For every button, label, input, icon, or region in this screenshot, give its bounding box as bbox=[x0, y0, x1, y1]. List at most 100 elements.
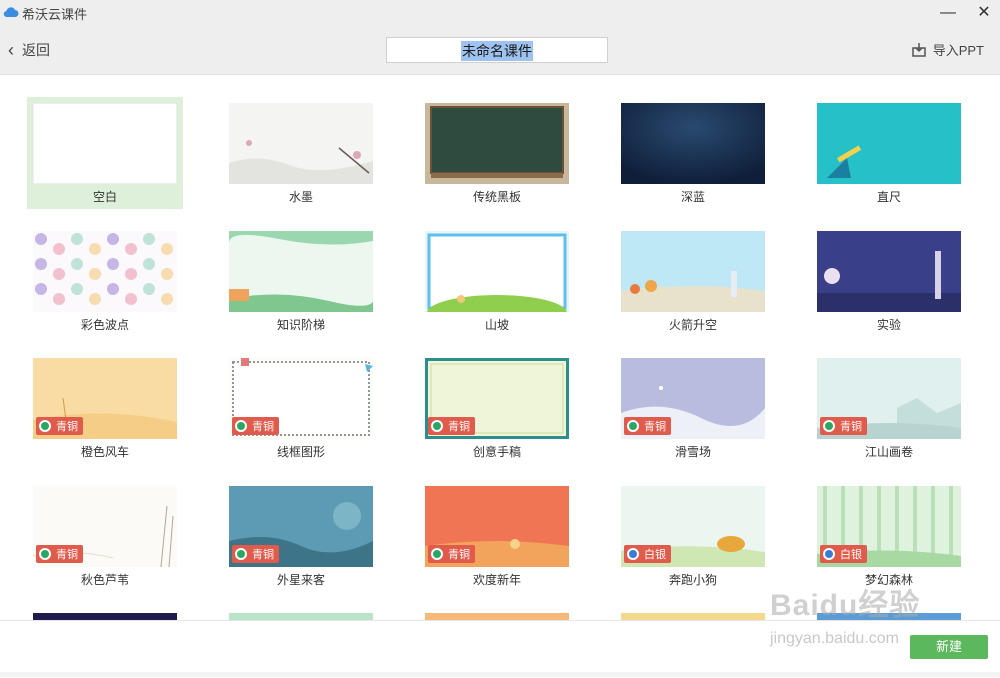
template-card-reed[interactable]: 青铜 秋色芦苇 bbox=[27, 480, 183, 592]
template-label: 传统黑板 bbox=[472, 190, 521, 204]
template-card-partial[interactable] bbox=[621, 613, 765, 620]
tier-badge: 青铜 bbox=[232, 545, 279, 563]
template-thumbnail: 青铜 bbox=[621, 358, 765, 439]
medal-icon bbox=[235, 548, 247, 560]
template-label: 深蓝 bbox=[680, 190, 705, 204]
tier-badge-label: 青铜 bbox=[252, 421, 274, 433]
template-card-forest[interactable]: 白银 梦幻森林 bbox=[811, 480, 967, 592]
template-card-partial[interactable] bbox=[229, 613, 373, 620]
status-strip bbox=[0, 672, 1000, 677]
chevron-left-icon: ‹ bbox=[8, 40, 14, 60]
template-label: 线框图形 bbox=[276, 445, 325, 459]
template-card-partial[interactable] bbox=[33, 613, 177, 620]
watermark-url: jingyan.baidu.com bbox=[770, 630, 899, 647]
template-card-hill[interactable]: 山坡 bbox=[419, 225, 575, 337]
watermark-logo: Baidu经验 bbox=[770, 589, 921, 622]
tier-badge: 青铜 bbox=[232, 417, 279, 435]
tier-badge-label: 青铜 bbox=[252, 549, 274, 561]
template-label: 橙色风车 bbox=[80, 445, 129, 459]
tier-badge: 青铜 bbox=[624, 417, 671, 435]
thumbnail-art bbox=[817, 103, 961, 184]
template-label: 山坡 bbox=[484, 318, 509, 332]
template-thumbnail: 青铜 bbox=[229, 486, 373, 567]
template-card-ski[interactable]: 青铜 滑雪场 bbox=[615, 352, 771, 464]
tier-badge: 白银 bbox=[820, 545, 867, 563]
new-button[interactable]: 新建 bbox=[910, 635, 988, 659]
tier-badge-label: 白银 bbox=[644, 549, 666, 561]
template-label: 欢度新年 bbox=[472, 573, 521, 587]
template-card-blackboard[interactable]: 传统黑板 bbox=[419, 97, 575, 209]
thumbnail-art bbox=[425, 103, 569, 184]
tier-badge: 青铜 bbox=[36, 545, 83, 563]
template-card-deepblue[interactable]: 深蓝 bbox=[615, 97, 771, 209]
tier-badge-label: 白银 bbox=[840, 549, 862, 561]
template-thumbnail: 青铜 bbox=[33, 486, 177, 567]
import-ppt-button[interactable]: 导入PPT bbox=[911, 40, 984, 59]
template-label: 实验 bbox=[876, 318, 901, 332]
medal-icon bbox=[431, 420, 443, 432]
template-card-dog[interactable]: 白银 奔跑小狗 bbox=[615, 480, 771, 592]
template-label: 奔跑小狗 bbox=[668, 573, 717, 587]
back-label: 返回 bbox=[22, 42, 50, 58]
template-label: 空白 bbox=[92, 190, 117, 204]
course-name-input[interactable]: 未命名课件 bbox=[386, 37, 608, 63]
template-thumbnail bbox=[33, 103, 177, 184]
template-label: 江山画卷 bbox=[864, 445, 913, 459]
template-label: 外星来客 bbox=[276, 573, 325, 587]
course-name-text: 未命名课件 bbox=[461, 41, 533, 61]
minimize-button[interactable]: — bbox=[936, 2, 960, 24]
tier-badge: 青铜 bbox=[820, 417, 867, 435]
medal-icon bbox=[627, 420, 639, 432]
tier-badge-label: 青铜 bbox=[56, 421, 78, 433]
tier-badge-label: 青铜 bbox=[644, 421, 666, 433]
import-label: 导入PPT bbox=[932, 43, 984, 58]
template-thumbnail bbox=[621, 103, 765, 184]
template-card-rocket[interactable]: 火箭升空 bbox=[615, 225, 771, 337]
thumbnail-art bbox=[621, 103, 765, 184]
template-thumbnail bbox=[817, 103, 961, 184]
template-card-ladder[interactable]: 知识阶梯 bbox=[223, 225, 379, 337]
template-card-landscape[interactable]: 青铜 江山画卷 bbox=[811, 352, 967, 464]
thumbnail-art bbox=[33, 103, 177, 184]
template-card-frame[interactable]: 青铜 线框图形 bbox=[223, 352, 379, 464]
back-button[interactable]: ‹ 返回 bbox=[8, 40, 50, 60]
template-card-windmill[interactable]: 青铜 橙色风车 bbox=[27, 352, 183, 464]
template-card-lab[interactable]: 实验 bbox=[811, 225, 967, 337]
close-button[interactable]: ✕ bbox=[972, 2, 996, 24]
template-thumbnail bbox=[229, 231, 373, 312]
tier-badge-label: 青铜 bbox=[56, 549, 78, 561]
template-card-newyear[interactable]: 青铜 欢度新年 bbox=[419, 480, 575, 592]
template-label: 知识阶梯 bbox=[276, 318, 325, 332]
thumbnail-art bbox=[229, 231, 373, 312]
template-thumbnail: 青铜 bbox=[33, 358, 177, 439]
tier-badge: 白银 bbox=[624, 545, 671, 563]
template-thumbnail: 白银 bbox=[817, 486, 961, 567]
template-label: 秋色芦苇 bbox=[80, 573, 129, 587]
template-thumbnail: 青铜 bbox=[229, 358, 373, 439]
tier-badge: 青铜 bbox=[428, 417, 475, 435]
template-thumbnail bbox=[425, 103, 569, 184]
template-label: 水墨 bbox=[288, 190, 313, 204]
template-card-blank[interactable]: 空白 bbox=[27, 97, 183, 209]
medal-icon bbox=[39, 548, 51, 560]
bottom-bar: 新建 bbox=[0, 620, 1000, 678]
tier-badge-label: 青铜 bbox=[840, 421, 862, 433]
tier-badge-label: 青铜 bbox=[448, 421, 470, 433]
template-thumbnail bbox=[621, 231, 765, 312]
template-card-alien[interactable]: 青铜 外星来客 bbox=[223, 480, 379, 592]
thumbnail-art bbox=[425, 231, 569, 312]
medal-icon bbox=[823, 420, 835, 432]
template-card-manuscript[interactable]: 青铜 创意手稿 bbox=[419, 352, 575, 464]
template-label: 火箭升空 bbox=[668, 318, 717, 332]
medal-icon bbox=[627, 548, 639, 560]
template-label: 创意手稿 bbox=[472, 445, 521, 459]
template-card-partial[interactable] bbox=[425, 613, 569, 620]
tier-badge: 青铜 bbox=[36, 417, 83, 435]
template-thumbnail bbox=[425, 231, 569, 312]
medal-icon bbox=[235, 420, 247, 432]
app-title: 希沃云课件 bbox=[22, 7, 88, 22]
thumbnail-art bbox=[33, 231, 177, 312]
template-card-ruler[interactable]: 直尺 bbox=[811, 97, 967, 209]
template-card-ink[interactable]: 水墨 bbox=[223, 97, 379, 209]
template-card-dots[interactable]: 彩色波点 bbox=[27, 225, 183, 337]
